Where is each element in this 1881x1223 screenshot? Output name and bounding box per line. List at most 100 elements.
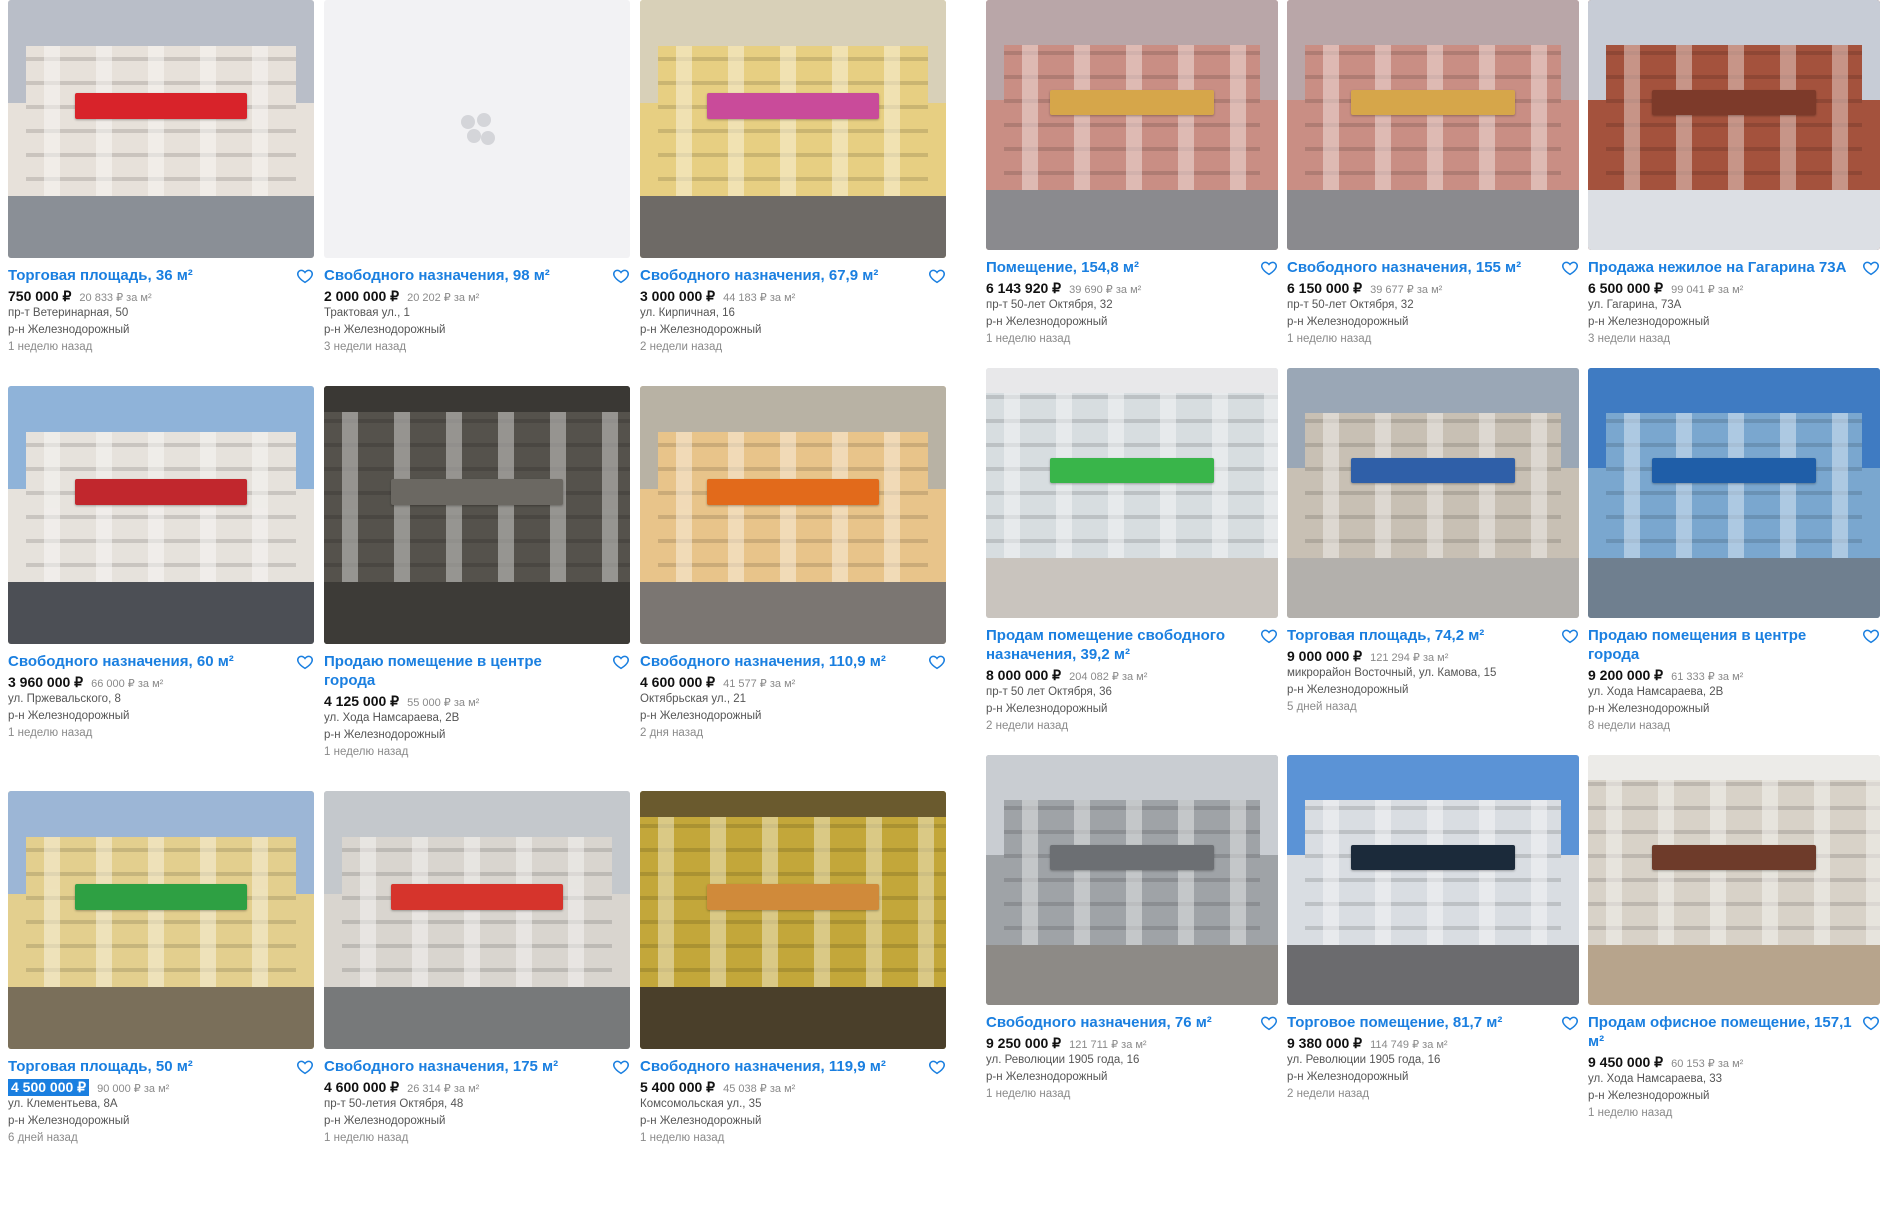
listing-price-per-meter: 26 314 ₽ за м²	[407, 1083, 480, 1095]
listing-photo[interactable]	[1588, 368, 1880, 618]
listing-price-per-meter: 44 183 ₽ за м²	[723, 292, 796, 304]
heart-outline-icon[interactable]	[296, 267, 314, 285]
heart-outline-icon[interactable]	[1561, 1014, 1579, 1032]
listing-card-left-9[interactable]: Свободного назначения, 119,9 м² 5 400 00…	[640, 791, 946, 1147]
listing-address: ул. Хода Намсараева, 33	[1588, 1073, 1723, 1085]
listing-card-right-3[interactable]: Продажа нежилое на Гагарина 73А 6 500 00…	[1588, 0, 1880, 348]
listing-photo[interactable]	[986, 755, 1278, 1005]
heart-outline-icon[interactable]	[1561, 259, 1579, 277]
listing-photo[interactable]	[8, 386, 314, 644]
listing-price: 3 000 000 ₽	[640, 288, 716, 304]
listing-photo[interactable]	[1287, 368, 1579, 618]
listing-photo[interactable]	[986, 0, 1278, 250]
listing-photo[interactable]	[986, 368, 1278, 618]
listing-card-left-4[interactable]: Свободного назначения, 60 м² 3 960 000 ₽…	[8, 386, 314, 761]
listing-price: 6 150 000 ₽	[1287, 280, 1363, 296]
listing-title[interactable]: Торговое помещение, 81,7 м²	[1287, 1013, 1502, 1032]
listing-title[interactable]: Свободного назначения, 119,9 м²	[640, 1057, 886, 1076]
heart-outline-icon[interactable]	[1260, 1014, 1278, 1032]
listing-card-left-3[interactable]: Свободного назначения, 67,9 м² 3 000 000…	[640, 0, 946, 356]
listing-card-right-8[interactable]: Торговое помещение, 81,7 м² 9 380 000 ₽ …	[1287, 755, 1579, 1122]
listing-photo[interactable]	[1287, 0, 1579, 250]
listing-photo[interactable]	[1588, 0, 1880, 250]
listing-card-left-2[interactable]: Свободного назначения, 98 м² 2 000 000 ₽…	[324, 0, 630, 356]
listing-card-right-7[interactable]: Свободного назначения, 76 м² 9 250 000 ₽…	[986, 755, 1278, 1122]
listing-title[interactable]: Свободного назначения, 60 м²	[8, 652, 234, 671]
listing-photo[interactable]	[8, 791, 314, 1049]
listing-date: 2 недели назад	[986, 720, 1069, 732]
listings-panel-right: Помещение, 154,8 м² 6 143 920 ₽ 39 690 ₽…	[986, 0, 1881, 1122]
listing-photo[interactable]	[1588, 755, 1880, 1005]
listing-card-left-6[interactable]: Свободного назначения, 110,9 м² 4 600 00…	[640, 386, 946, 761]
listing-photo[interactable]	[640, 386, 946, 644]
heart-outline-icon[interactable]	[1862, 627, 1880, 645]
listing-price-per-meter: 99 041 ₽ за м²	[1671, 284, 1744, 296]
listing-card-left-5[interactable]: Продаю помещение в центре города 4 125 0…	[324, 386, 630, 761]
listing-price-per-meter: 204 082 ₽ за м²	[1069, 671, 1148, 683]
listing-card-right-1[interactable]: Помещение, 154,8 м² 6 143 920 ₽ 39 690 ₽…	[986, 0, 1278, 348]
listing-title[interactable]: Торговая площадь, 36 м²	[8, 266, 193, 285]
heart-outline-icon[interactable]	[1260, 627, 1278, 645]
listing-card-left-7[interactable]: Торговая площадь, 50 м² 4 500 000 ₽ 90 0…	[8, 791, 314, 1147]
listing-price-per-meter: 39 690 ₽ за м²	[1069, 284, 1142, 296]
listing-title[interactable]: Помещение, 154,8 м²	[986, 258, 1139, 277]
heart-outline-icon[interactable]	[928, 1058, 946, 1076]
listing-district: р-н Железнодорожный	[324, 729, 446, 741]
listing-title[interactable]: Свободного назначения, 155 м²	[1287, 258, 1521, 277]
listing-district: р-н Железнодорожный	[986, 703, 1108, 715]
heart-outline-icon[interactable]	[296, 653, 314, 671]
listing-title[interactable]: Свободного назначения, 110,9 м²	[640, 652, 886, 671]
heart-outline-icon[interactable]	[1260, 259, 1278, 277]
listing-date: 6 дней назад	[8, 1132, 78, 1144]
listing-price: 4 125 000 ₽	[324, 693, 400, 709]
listing-price-per-meter: 90 000 ₽ за м²	[97, 1083, 170, 1095]
listing-card-right-9[interactable]: Продам офисное помещение, 157,1 м² 9 450…	[1588, 755, 1880, 1122]
listing-photo[interactable]	[324, 386, 630, 644]
listing-title[interactable]: Свободного назначения, 175 м²	[324, 1057, 558, 1076]
listing-district: р-н Железнодорожный	[640, 710, 762, 722]
heart-outline-icon[interactable]	[1862, 259, 1880, 277]
listing-price: 750 000 ₽	[8, 288, 72, 304]
listing-title[interactable]: Свободного назначения, 67,9 м²	[640, 266, 878, 285]
listing-title[interactable]: Продаю помещение в центре города	[324, 652, 594, 690]
listing-date: 3 недели назад	[324, 341, 407, 353]
listing-district: р-н Железнодорожный	[986, 316, 1108, 328]
heart-outline-icon[interactable]	[296, 1058, 314, 1076]
heart-outline-icon[interactable]	[1561, 627, 1579, 645]
listing-photo[interactable]	[1287, 755, 1579, 1005]
listing-district: р-н Железнодорожный	[1287, 684, 1409, 696]
heart-outline-icon[interactable]	[612, 267, 630, 285]
heart-outline-icon[interactable]	[1862, 1014, 1880, 1032]
listing-price-per-meter: 45 038 ₽ за м²	[723, 1083, 796, 1095]
listing-title[interactable]: Торговая площадь, 50 м²	[8, 1057, 193, 1076]
listing-photo[interactable]	[324, 0, 630, 258]
listing-card-left-1[interactable]: Торговая площадь, 36 м² 750 000 ₽ 20 833…	[8, 0, 314, 356]
listing-photo[interactable]	[640, 791, 946, 1049]
listing-photo[interactable]	[8, 0, 314, 258]
listing-title[interactable]: Продаю помещения в центре города	[1588, 626, 1858, 664]
listing-date: 2 недели назад	[640, 341, 723, 353]
listing-address: Октябрьская ул., 21	[640, 693, 747, 705]
listing-card-left-8[interactable]: Свободного назначения, 175 м² 4 600 000 …	[324, 791, 630, 1147]
listing-title[interactable]: Продажа нежилое на Гагарина 73А	[1588, 258, 1846, 277]
heart-outline-icon[interactable]	[612, 653, 630, 671]
heart-outline-icon[interactable]	[928, 653, 946, 671]
listing-date: 1 неделю назад	[1588, 1107, 1673, 1119]
listing-card-right-2[interactable]: Свободного назначения, 155 м² 6 150 000 …	[1287, 0, 1579, 348]
listing-price: 6 143 920 ₽	[986, 280, 1062, 296]
listing-price-per-meter: 114 749 ₽ за м²	[1370, 1039, 1448, 1051]
listing-card-right-6[interactable]: Продаю помещения в центре города 9 200 0…	[1588, 368, 1880, 735]
listing-photo[interactable]	[640, 0, 946, 258]
listing-title[interactable]: Свободного назначения, 76 м²	[986, 1013, 1212, 1032]
listing-card-right-4[interactable]: Продам помещение свободного назначения, …	[986, 368, 1278, 735]
listing-title[interactable]: Продам офисное помещение, 157,1 м²	[1588, 1013, 1858, 1051]
listing-title[interactable]: Свободного назначения, 98 м²	[324, 266, 550, 285]
heart-outline-icon[interactable]	[612, 1058, 630, 1076]
listing-price-per-meter: 121 711 ₽ за м²	[1069, 1039, 1147, 1051]
listing-title[interactable]: Продам помещение свободного назначения, …	[986, 626, 1256, 664]
listing-card-right-5[interactable]: Торговая площадь, 74,2 м² 9 000 000 ₽ 12…	[1287, 368, 1579, 735]
listing-date: 1 неделю назад	[986, 1088, 1071, 1100]
listing-title[interactable]: Торговая площадь, 74,2 м²	[1287, 626, 1484, 645]
heart-outline-icon[interactable]	[928, 267, 946, 285]
listing-photo[interactable]	[324, 791, 630, 1049]
